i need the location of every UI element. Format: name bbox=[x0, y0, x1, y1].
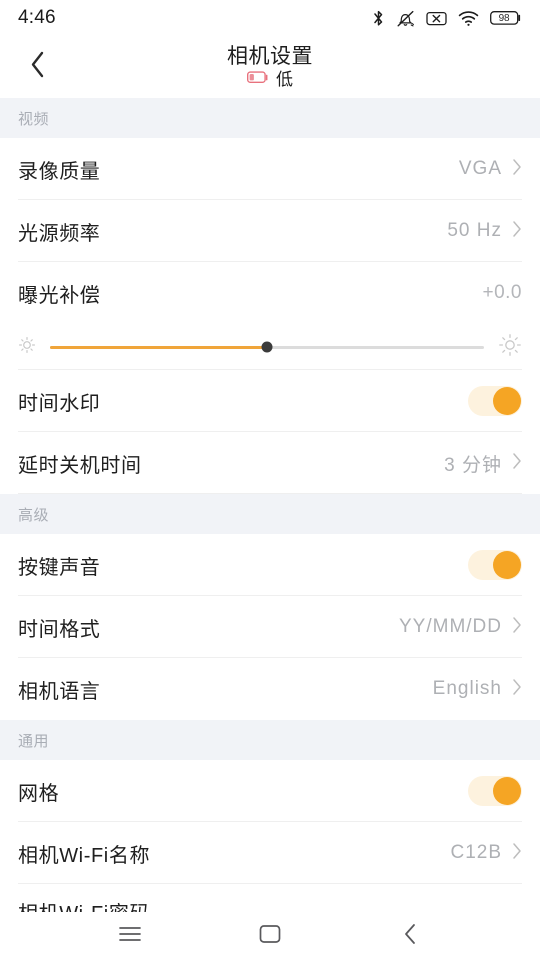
grid-toggle[interactable] bbox=[468, 776, 522, 806]
sun-small-icon bbox=[18, 336, 36, 359]
chevron-right-icon bbox=[512, 616, 522, 639]
row-key-sound[interactable]: 按键声音 bbox=[0, 534, 540, 596]
row-right: 50 Hz bbox=[447, 220, 522, 243]
android-navigation-bar bbox=[0, 912, 540, 960]
bluetooth-icon bbox=[372, 9, 385, 28]
row-time-format[interactable]: 时间格式 YY/MM/DD bbox=[0, 596, 540, 658]
section-title: 视频 bbox=[18, 110, 50, 128]
chevron-right-icon bbox=[512, 842, 522, 865]
battery-icon: 98 bbox=[490, 10, 522, 26]
row-right: 3 分钟 bbox=[444, 450, 522, 477]
section-title: 通用 bbox=[18, 732, 50, 750]
menu-icon bbox=[118, 925, 142, 948]
chevron-right-icon bbox=[512, 220, 522, 243]
row-right: English bbox=[433, 678, 522, 701]
row-value: 3 分钟 bbox=[444, 454, 502, 476]
row-light-frequency[interactable]: 光源频率 50 Hz bbox=[0, 200, 540, 262]
section-title: 高级 bbox=[18, 506, 50, 524]
page-title: 相机设置 bbox=[227, 45, 313, 68]
mute-vibrate-icon bbox=[396, 9, 415, 28]
row-exposure-slider[interactable] bbox=[0, 324, 540, 370]
phone-screen: 4:46 98 相机设置 低 视频 录像质量 VGA 光源频率 50 Hz 曝光… bbox=[0, 0, 540, 960]
header-subtitle-text: 低 bbox=[276, 70, 293, 89]
row-label: 按键声音 bbox=[18, 556, 101, 579]
battery-percent: 98 bbox=[498, 12, 510, 24]
row-label: 网格 bbox=[18, 782, 60, 805]
toggle-knob bbox=[493, 551, 521, 579]
nav-back-button[interactable] bbox=[380, 912, 440, 960]
header-center: 相机设置 低 bbox=[0, 44, 540, 90]
section-header-advanced: 高级 bbox=[0, 494, 540, 534]
row-label: 时间格式 bbox=[18, 618, 101, 641]
header-subtitle: 低 bbox=[246, 70, 293, 90]
row-recording-quality[interactable]: 录像质量 VGA bbox=[0, 138, 540, 200]
row-right bbox=[468, 386, 522, 416]
row-time-watermark[interactable]: 时间水印 bbox=[0, 370, 540, 432]
exposure-slider-knob[interactable] bbox=[261, 341, 273, 353]
exposure-slider-track[interactable] bbox=[50, 341, 484, 353]
row-label: 光源频率 bbox=[18, 222, 101, 245]
chevron-right-icon bbox=[512, 678, 522, 701]
section-header-video: 视频 bbox=[0, 98, 540, 138]
toggle-knob bbox=[493, 387, 521, 415]
chevron-right-icon bbox=[512, 452, 522, 475]
row-value: VGA bbox=[458, 158, 502, 179]
row-right bbox=[468, 776, 522, 806]
status-bar: 4:46 98 bbox=[0, 0, 540, 36]
chevron-left-icon bbox=[402, 923, 418, 950]
app-header: 相机设置 低 bbox=[0, 36, 540, 98]
row-exposure-compensation: 曝光补偿 +0.0 bbox=[0, 262, 540, 324]
section-header-general: 通用 bbox=[0, 720, 540, 760]
wifi-icon bbox=[458, 10, 479, 27]
time-watermark-toggle[interactable] bbox=[468, 386, 522, 416]
row-delayed-shutdown-time[interactable]: 延时关机时间 3 分钟 bbox=[0, 432, 540, 494]
row-value: YY/MM/DD bbox=[399, 616, 502, 637]
row-label: 时间水印 bbox=[18, 392, 101, 415]
row-label: 延时关机时间 bbox=[18, 454, 142, 477]
row-camera-wifi-name[interactable]: 相机Wi-Fi名称 C12B bbox=[0, 822, 540, 884]
row-value: +0.0 bbox=[482, 282, 522, 303]
row-right: YY/MM/DD bbox=[399, 616, 522, 639]
row-right: VGA bbox=[459, 158, 522, 181]
row-label: 录像质量 bbox=[18, 160, 101, 183]
toggle-knob bbox=[493, 777, 521, 805]
status-bar-icons: 98 bbox=[372, 9, 522, 28]
nav-recents-button[interactable] bbox=[100, 912, 160, 960]
status-bar-time: 4:46 bbox=[18, 7, 56, 28]
square-icon bbox=[259, 924, 281, 949]
settings-list[interactable]: 视频 录像质量 VGA 光源频率 50 Hz 曝光补偿 +0.0 时间水印 延时… bbox=[0, 98, 540, 912]
chevron-left-icon bbox=[29, 50, 46, 84]
row-right: +0.0 bbox=[482, 282, 522, 304]
chevron-right-icon bbox=[512, 158, 522, 181]
row-camera-language[interactable]: 相机语言 English bbox=[0, 658, 540, 720]
key-sound-toggle[interactable] bbox=[468, 550, 522, 580]
row-label: 相机Wi-Fi名称 bbox=[18, 844, 151, 867]
sun-large-icon bbox=[498, 333, 522, 362]
header-back-button[interactable] bbox=[14, 36, 60, 98]
exposure-slider-fill bbox=[50, 345, 267, 349]
row-right: C12B bbox=[450, 842, 522, 865]
row-value: C12B bbox=[450, 842, 502, 863]
row-value: English bbox=[432, 678, 502, 699]
low-battery-icon bbox=[246, 70, 269, 90]
row-value: 50 Hz bbox=[447, 220, 502, 241]
row-right bbox=[468, 550, 522, 580]
row-label-wrap: 相机Wi-Fi密码 修改密码后，需要到系统[Wi-Fi]设置【修改密码】重新输入… bbox=[18, 897, 512, 912]
row-grid[interactable]: 网格 bbox=[0, 760, 540, 822]
row-camera-wifi-password[interactable]: 相机Wi-Fi密码 修改密码后，需要到系统[Wi-Fi]设置【修改密码】重新输入… bbox=[0, 884, 540, 912]
row-label: 曝光补偿 bbox=[18, 284, 101, 307]
no-sim-icon bbox=[426, 10, 447, 27]
nav-home-button[interactable] bbox=[240, 912, 300, 960]
row-label: 相机语言 bbox=[18, 680, 101, 703]
row-label: 相机Wi-Fi密码 bbox=[18, 897, 512, 912]
